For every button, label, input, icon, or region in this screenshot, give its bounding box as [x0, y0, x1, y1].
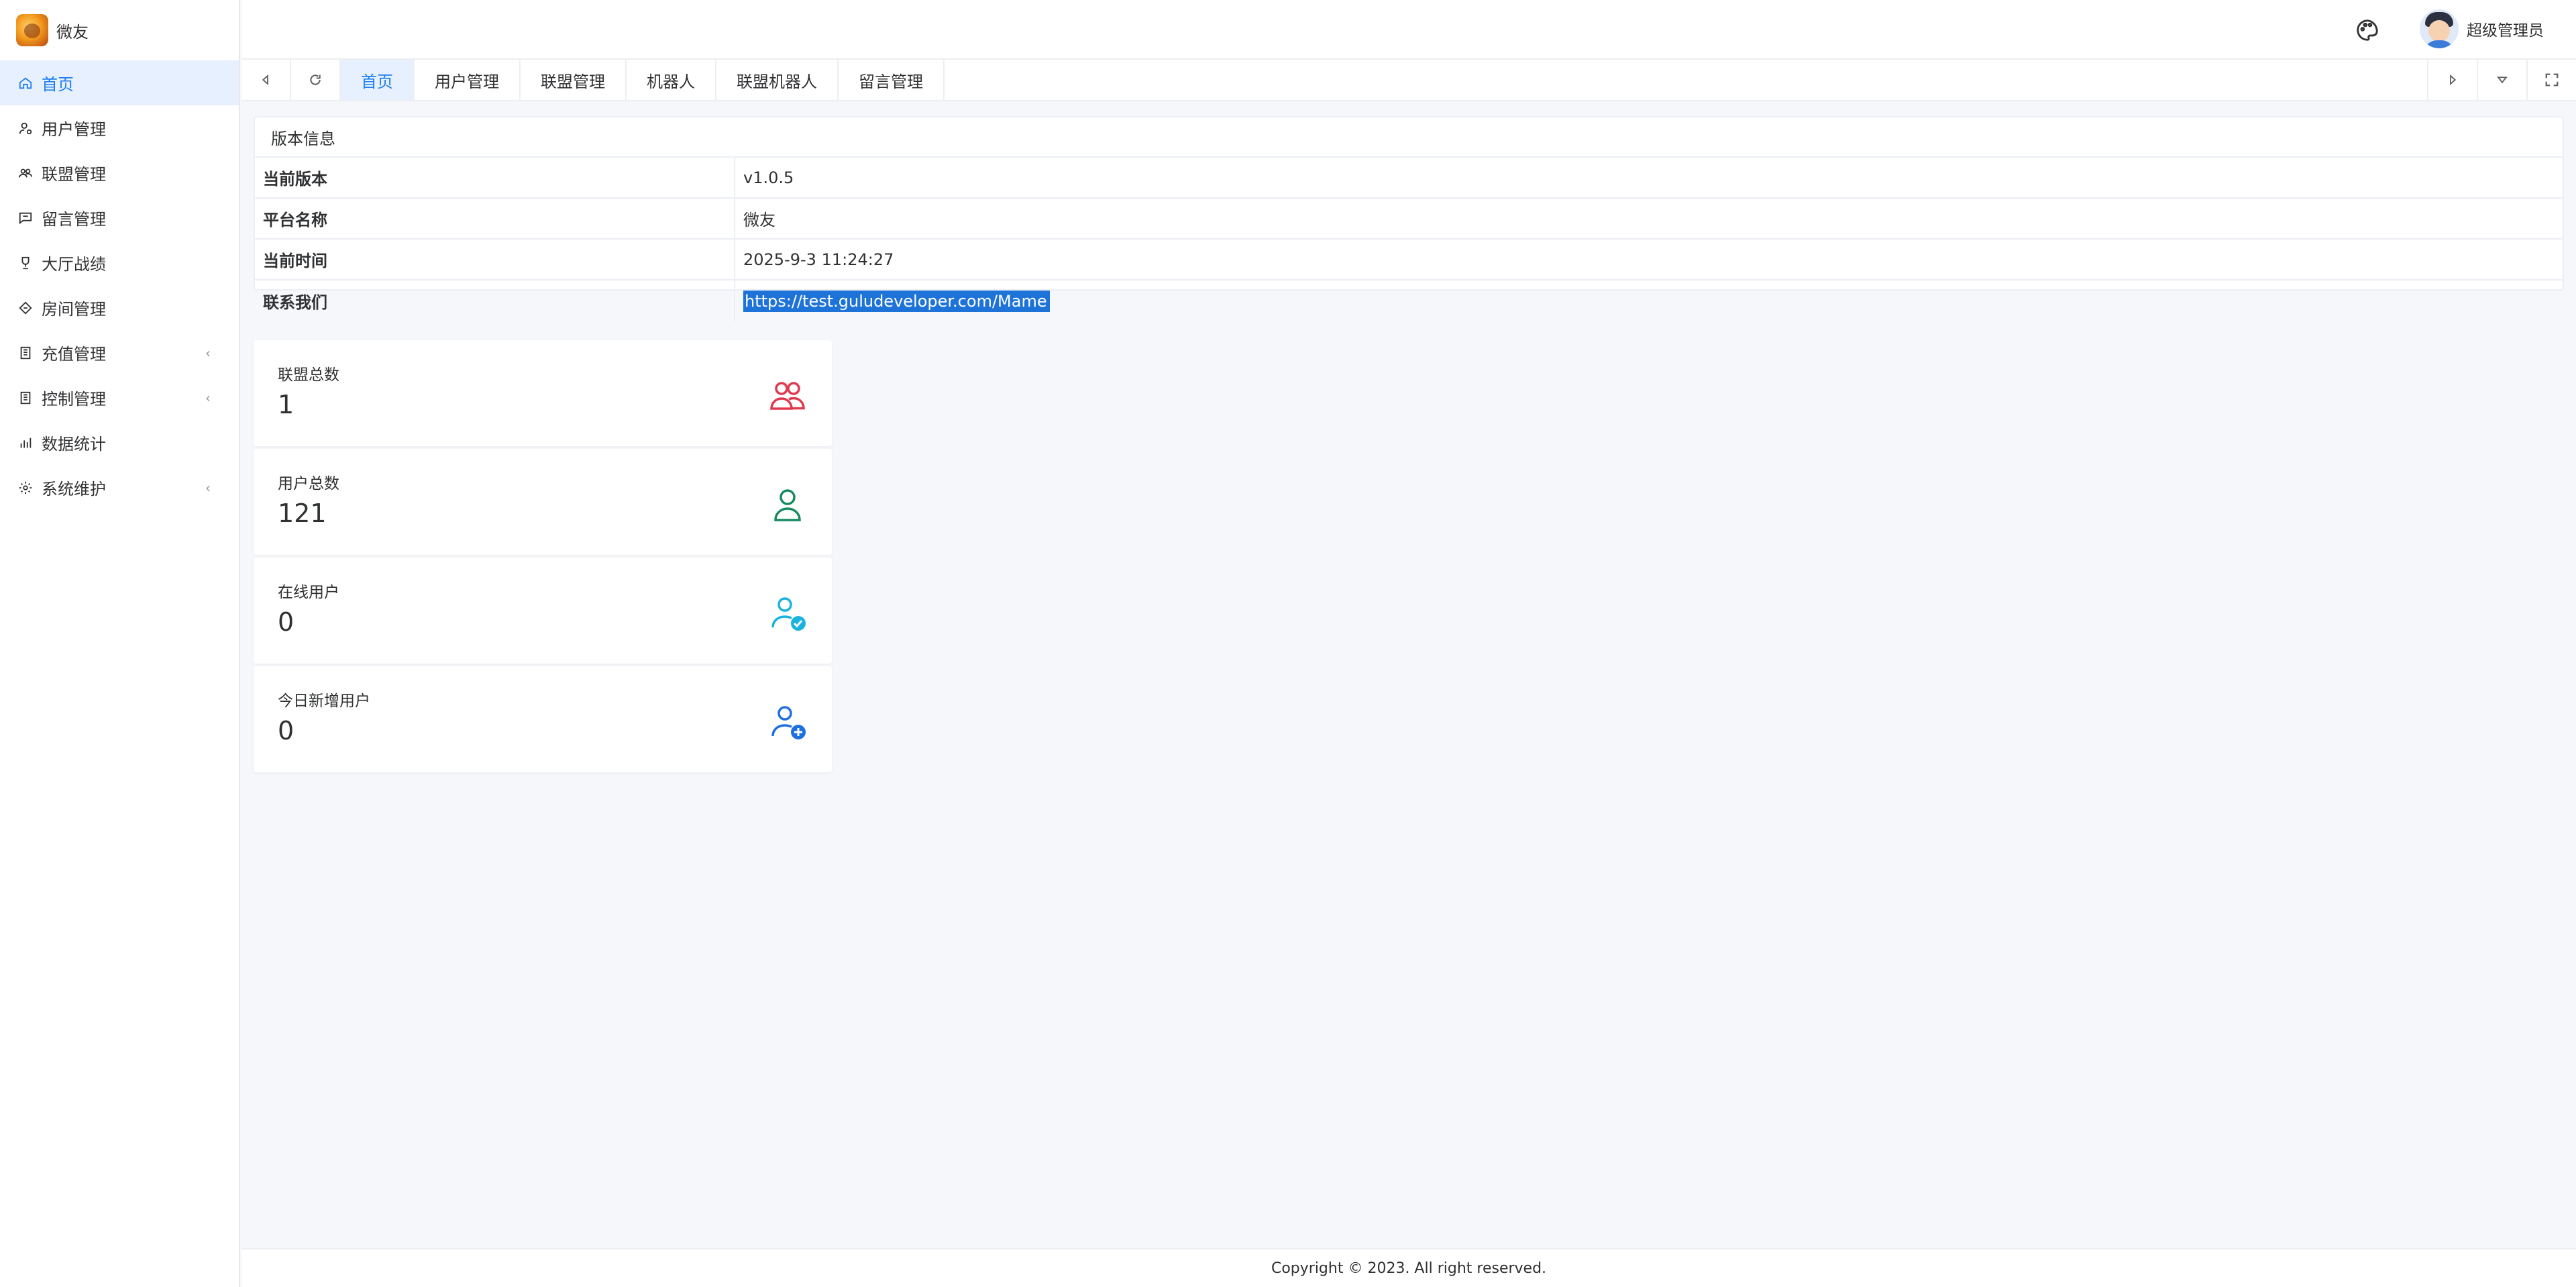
app-logo — [16, 14, 48, 46]
stat-card-online-users: 在线用户 0 — [254, 558, 832, 664]
info-label: 联系我们 — [255, 280, 735, 321]
sidebar-item-label: 首页 — [42, 75, 74, 94]
info-label: 当前版本 — [255, 158, 735, 197]
info-row: 当前时间 2025-9-3 11:24:27 — [255, 240, 2563, 280]
sidebar-item-label: 控制管理 — [42, 390, 106, 409]
info-row: 联系我们 https://test.guludeveloper.com/Mame — [255, 280, 2563, 321]
diamond-icon — [17, 300, 34, 316]
stat-title: 联盟总数 — [278, 366, 339, 384]
caret-left-icon — [262, 74, 268, 86]
info-value: https://test.guludeveloper.com/Mame — [735, 280, 2563, 321]
users-icon — [17, 165, 34, 181]
sidebar-item-room-management[interactable]: 房间管理 — [0, 285, 239, 330]
refresh-icon — [310, 74, 321, 85]
sidebar-item-label: 留言管理 — [42, 210, 106, 229]
sidebar-item-system-maintenance[interactable]: 系统维护 ‹ — [0, 465, 239, 510]
stat-card-user-total: 用户总数 121 — [254, 449, 832, 555]
sidebar-item-label: 充值管理 — [42, 345, 106, 364]
tab-robot[interactable]: 机器人 — [627, 60, 716, 100]
tabs-actions — [2427, 60, 2576, 100]
user-gear-icon — [17, 120, 34, 136]
avatar — [2420, 9, 2459, 48]
version-info-card: 版本信息 当前版本 v1.0.5 平台名称 微友 当前时间 2025-9-3 1… — [254, 116, 2564, 321]
message-icon — [17, 210, 34, 226]
building-icon — [17, 390, 34, 406]
fullscreen-button[interactable] — [2526, 60, 2576, 100]
tab-alliance-robot[interactable]: 联盟机器人 — [716, 60, 839, 100]
fullscreen-icon — [2545, 73, 2559, 87]
sidebar-menu: 首页 用户管理 联盟管理 留言管理 大厅战绩 房间管理 充值管理 ‹ 控制管理 … — [0, 60, 239, 510]
tab-user-management[interactable]: 用户管理 — [415, 60, 521, 100]
sidebar-item-label: 用户管理 — [42, 120, 106, 139]
stat-card-new-users-today: 今日新增用户 0 — [254, 666, 832, 772]
user-menu[interactable]: 超级管理员 — [2420, 9, 2544, 48]
palette-icon[interactable] — [2355, 17, 2380, 43]
caret-right-icon — [2450, 74, 2457, 86]
user-check-icon — [766, 593, 809, 635]
stat-value: 1 — [278, 390, 294, 419]
tab-home[interactable]: 首页 — [341, 60, 415, 100]
user-icon — [766, 484, 809, 527]
app-title: 微友 — [56, 22, 89, 42]
group-icon — [766, 375, 809, 418]
sidebar-item-message-management[interactable]: 留言管理 — [0, 195, 239, 240]
building-icon — [17, 345, 34, 361]
main-content: 版本信息 当前版本 v1.0.5 平台名称 微友 当前时间 2025-9-3 1… — [241, 101, 2576, 1248]
chevron-left-icon: ‹ — [205, 479, 211, 496]
user-name: 超级管理员 — [2467, 22, 2544, 40]
sidebar-item-user-management[interactable]: 用户管理 — [0, 105, 239, 150]
caret-down-icon — [2497, 76, 2508, 84]
info-label: 平台名称 — [255, 199, 735, 238]
tabs-dropdown-button[interactable] — [2477, 60, 2526, 100]
tab-alliance-management[interactable]: 联盟管理 — [521, 60, 627, 100]
stat-card-alliance-total: 联盟总数 1 — [254, 340, 832, 446]
sidebar-item-recharge-management[interactable]: 充值管理 ‹ — [0, 330, 239, 375]
info-row: 当前版本 v1.0.5 — [255, 158, 2563, 199]
gear-icon — [17, 480, 34, 496]
sidebar-item-label: 系统维护 — [42, 480, 106, 499]
info-label: 当前时间 — [255, 240, 735, 279]
chevron-left-icon: ‹ — [205, 389, 211, 406]
sidebar-item-label: 联盟管理 — [42, 165, 106, 184]
sidebar-item-control-management[interactable]: 控制管理 ‹ — [0, 375, 239, 420]
stat-value: 0 — [278, 607, 294, 637]
user-add-icon — [766, 701, 809, 744]
footer: Copyright © 2023. All right reserved. — [241, 1248, 2576, 1287]
sidebar: 微友 首页 用户管理 联盟管理 留言管理 大厅战绩 房间管理 充值管理 ‹ 控制… — [0, 0, 240, 1287]
sidebar-item-alliance-management[interactable]: 联盟管理 — [0, 150, 239, 195]
contact-link[interactable]: https://test.guludeveloper.com/Mame — [743, 290, 1050, 312]
trophy-icon — [17, 255, 34, 271]
info-value: 微友 — [743, 211, 775, 229]
sidebar-item-label: 大厅战绩 — [42, 255, 106, 274]
sidebar-item-home[interactable]: 首页 — [0, 60, 239, 105]
version-info-title: 版本信息 — [255, 117, 2563, 158]
stat-title: 用户总数 — [278, 475, 339, 493]
sidebar-item-data-statistics[interactable]: 数据统计 — [0, 420, 239, 465]
bar-chart-icon — [17, 435, 34, 451]
info-value: 2025-9-3 11:24:27 — [743, 250, 894, 269]
tabs-scroll-left-button[interactable] — [241, 60, 291, 100]
stat-title: 今日新增用户 — [278, 692, 370, 710]
tabs-bar: 首页 用户管理 联盟管理 机器人 联盟机器人 留言管理 — [241, 60, 2576, 101]
chevron-left-icon: ‹ — [205, 344, 211, 361]
stat-value: 121 — [278, 499, 327, 528]
copyright-text: Copyright © 2023. All right reserved. — [1271, 1259, 1547, 1277]
stat-title: 在线用户 — [278, 584, 339, 601]
sidebar-item-hall-records[interactable]: 大厅战绩 — [0, 240, 239, 285]
home-icon — [17, 75, 34, 91]
tab-message-management[interactable]: 留言管理 — [839, 60, 945, 100]
info-row: 平台名称 微友 — [255, 199, 2563, 240]
sidebar-item-label: 房间管理 — [42, 300, 106, 319]
top-header: 超级管理员 — [241, 0, 2576, 60]
info-value: v1.0.5 — [743, 168, 794, 187]
stat-value: 0 — [278, 716, 294, 745]
sidebar-item-label: 数据统计 — [42, 435, 106, 454]
refresh-button[interactable] — [291, 60, 341, 100]
tabs-scroll-right-button[interactable] — [2427, 60, 2477, 100]
brand[interactable]: 微友 — [0, 0, 239, 60]
